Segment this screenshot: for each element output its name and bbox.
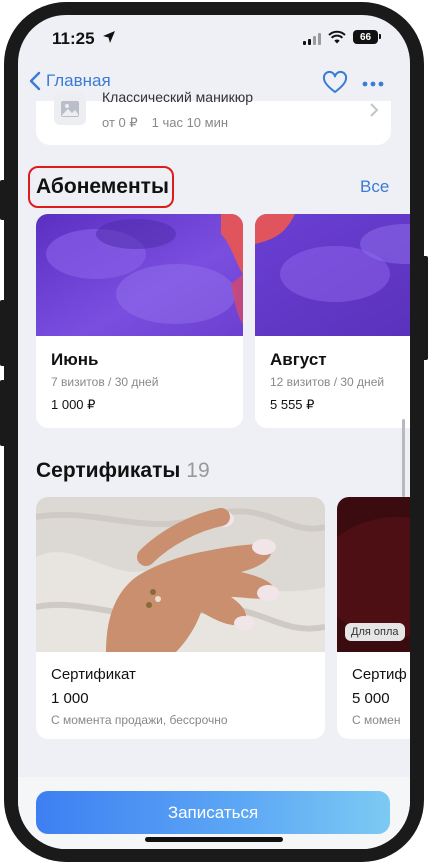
- payment-tag: Для опла: [345, 623, 405, 641]
- scroll-indicator[interactable]: [402, 419, 405, 497]
- certificate-card[interactable]: Для опла Сертиф 5 000 С момен: [337, 497, 410, 739]
- service-title: Классический маникюр: [102, 89, 254, 105]
- purple-smoke-image: [36, 214, 243, 336]
- manicure-hand-image: [36, 497, 325, 652]
- certificates-title: Сертификаты 19: [36, 459, 210, 483]
- book-button[interactable]: Записаться: [36, 791, 390, 834]
- subscription-visits: 7 визитов / 30 дней: [51, 375, 159, 389]
- battery-tip: [379, 34, 381, 39]
- see-all-link[interactable]: Все: [360, 177, 389, 197]
- device-frame: 11:25 66 Главная Классический маникюр от…: [0, 0, 428, 866]
- highlight-outline: [28, 166, 174, 208]
- service-price: от 0 ₽: [102, 115, 138, 130]
- certificates-count: 19: [186, 459, 210, 482]
- subscription-price: 1 000 ₽: [51, 397, 96, 412]
- service-card[interactable]: Классический маникюр от 0 ₽ 1 час 10 мин: [36, 89, 391, 145]
- certificates-title-text: Сертификаты: [36, 459, 181, 482]
- power-button: [422, 256, 428, 360]
- certificate-name: Сертиф: [352, 666, 407, 683]
- screen: 11:25 66 Главная Классический маникюр от…: [18, 15, 410, 849]
- battery-icon: 66: [353, 30, 378, 44]
- certificate-term: С момента продажи, бессрочно: [51, 713, 228, 727]
- certificate-card[interactable]: Сертификат 1 000 С момента продажи, бесс…: [36, 497, 325, 739]
- service-meta: от 0 ₽ 1 час 10 мин: [102, 115, 228, 131]
- subscription-card[interactable]: Август 12 визитов / 30 дней 5 555 ₽: [255, 214, 410, 428]
- home-indicator[interactable]: [145, 837, 283, 842]
- back-label: Главная: [46, 71, 111, 90]
- more-options-icon[interactable]: [360, 70, 386, 96]
- wifi-icon: [328, 30, 346, 44]
- status-time: 11:25: [52, 29, 95, 48]
- certificate-price: 1 000: [51, 690, 89, 707]
- subscription-name: Июнь: [51, 350, 99, 369]
- certificate-term: С момен: [352, 713, 401, 727]
- image-placeholder-icon: [54, 93, 86, 125]
- status-bar: 11:25 66: [18, 15, 410, 67]
- silent-switch: [0, 180, 6, 220]
- volume-up-button: [0, 300, 6, 366]
- service-duration: 1 час 10 мин: [151, 115, 229, 130]
- chevron-left-icon: [29, 71, 41, 91]
- certificate-price: 5 000: [352, 690, 390, 707]
- back-button[interactable]: Главная: [28, 71, 111, 91]
- cellular-signal-icon: [303, 33, 321, 45]
- favorite-heart-icon[interactable]: [322, 70, 348, 96]
- subscription-price: 5 555 ₽: [270, 397, 315, 412]
- subscription-card[interactable]: Июнь 7 визитов / 30 дней 1 000 ₽: [36, 214, 243, 428]
- certificate-name: Сертификат: [51, 666, 136, 683]
- purple-smoke-image: [255, 214, 410, 336]
- chevron-right-icon: [370, 103, 379, 117]
- subscription-visits: 12 визитов / 30 дней: [270, 375, 385, 389]
- location-arrow-icon: [103, 31, 115, 43]
- volume-down-button: [0, 380, 6, 446]
- subscription-name: Август: [270, 350, 327, 369]
